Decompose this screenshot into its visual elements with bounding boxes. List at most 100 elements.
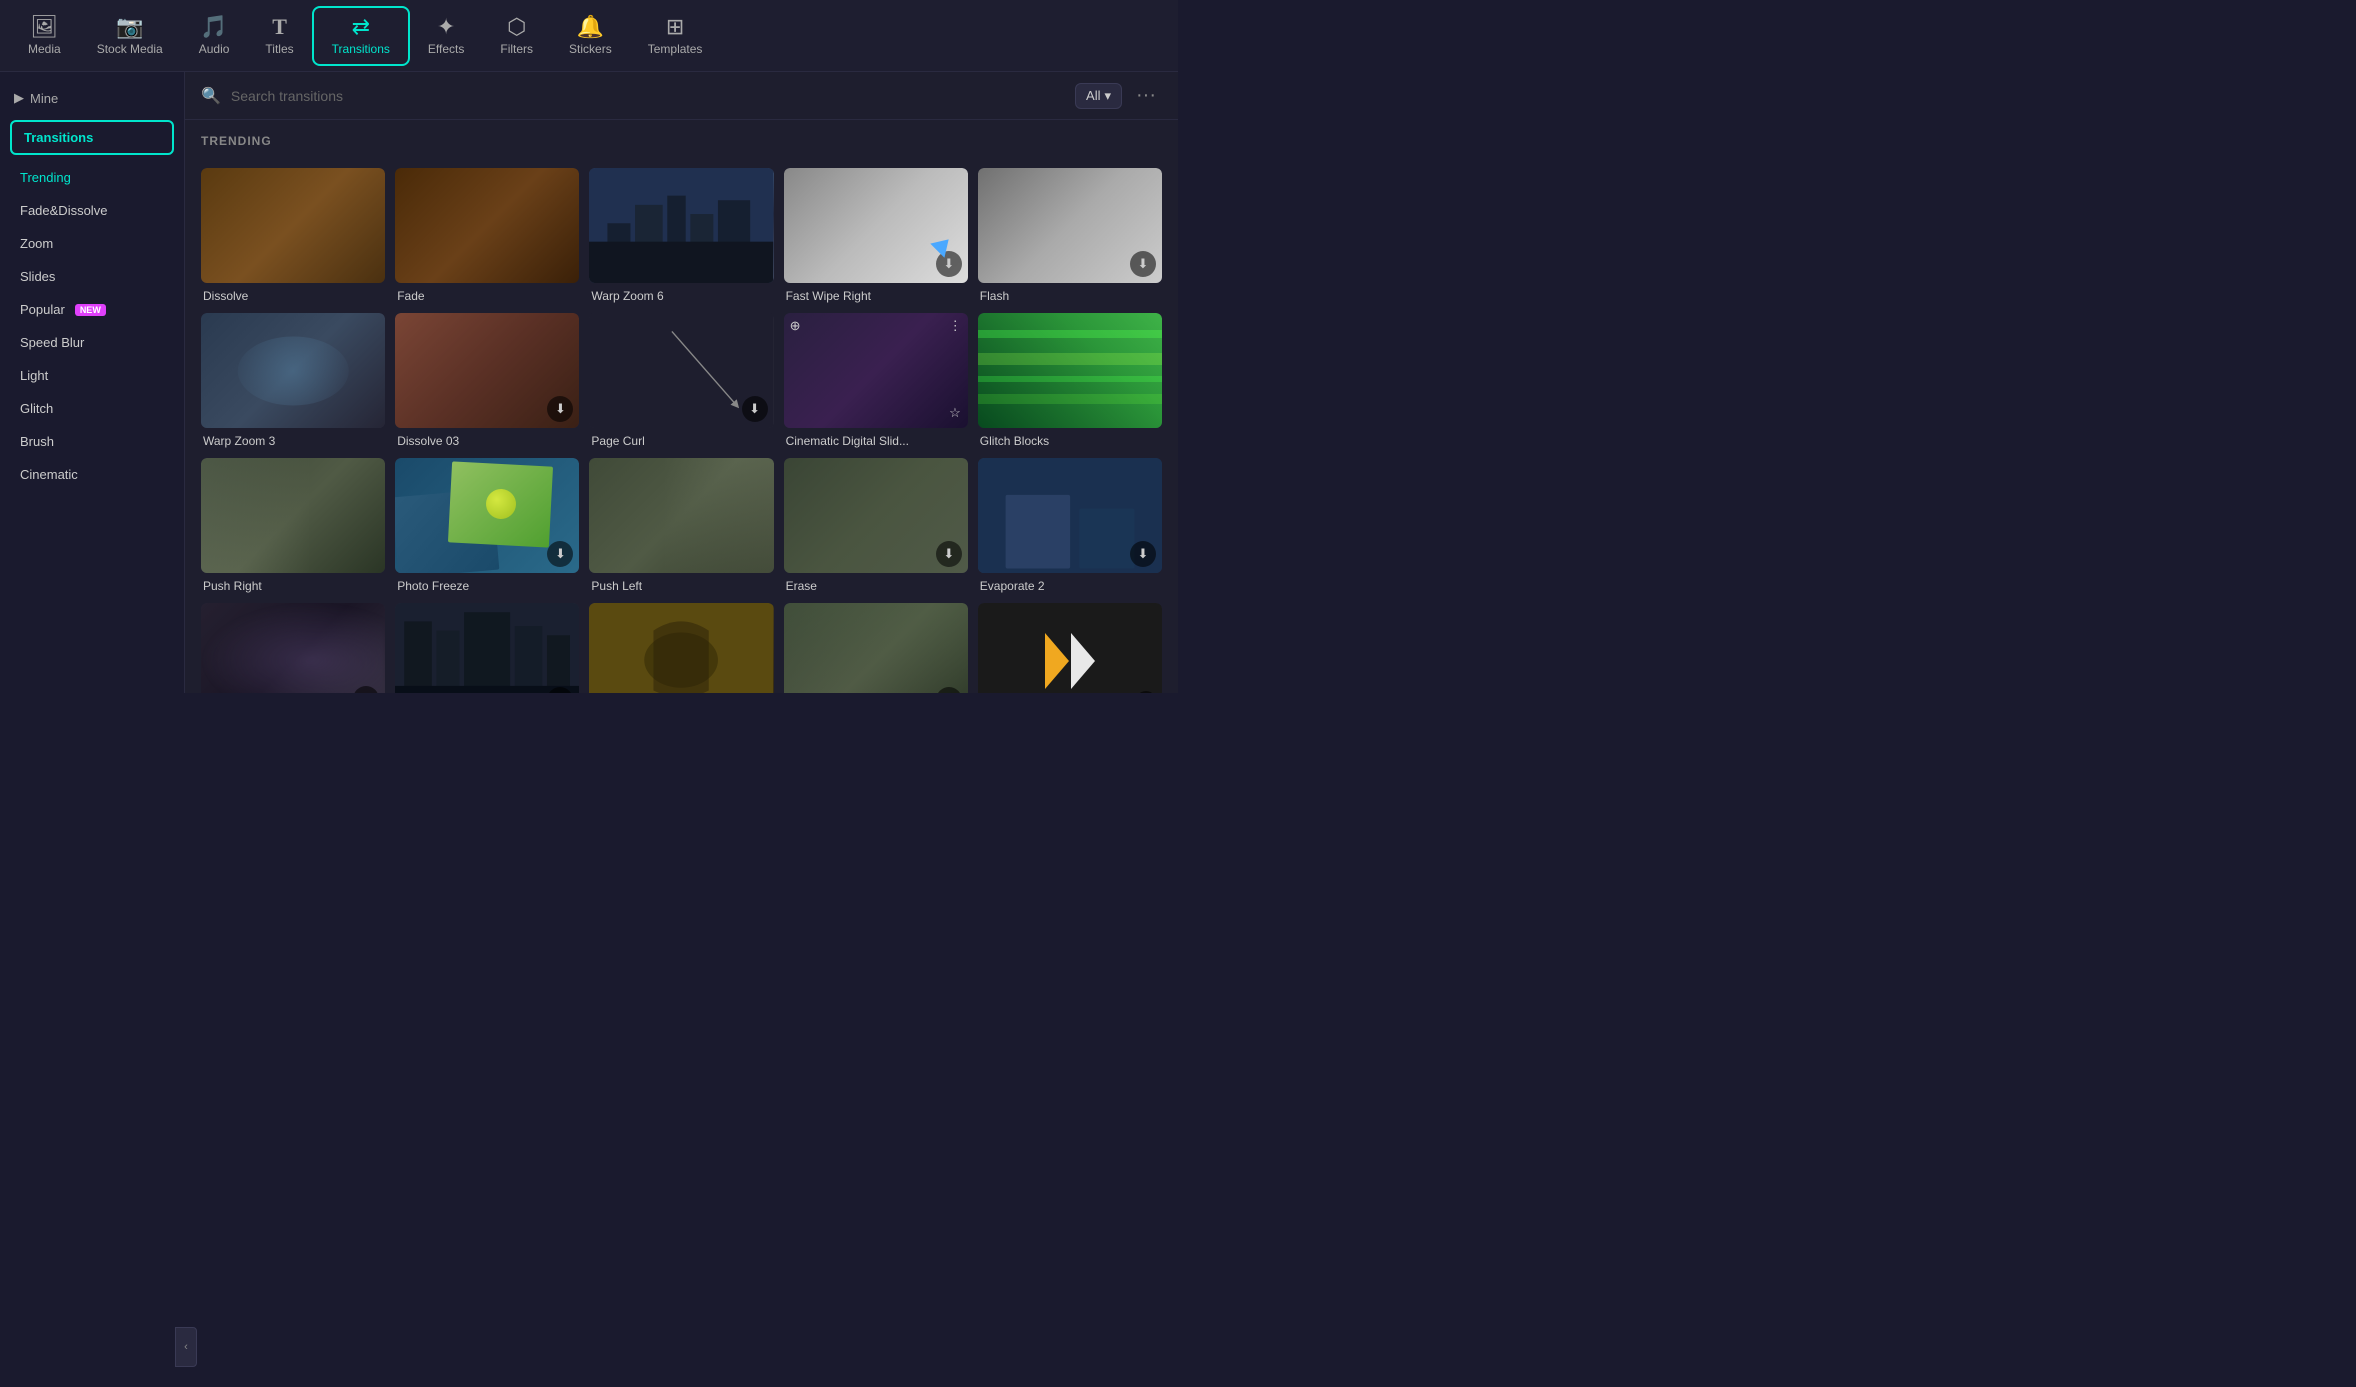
list-item[interactable]: Push Right — [201, 458, 385, 593]
nav-media-label: Media — [28, 42, 61, 56]
sidebar-item-light[interactable]: Light — [0, 359, 184, 392]
search-input[interactable] — [231, 88, 1065, 104]
dropdown-chevron: ▾ — [1104, 88, 1111, 104]
thumb-linear14: ⬇ — [978, 603, 1162, 693]
list-item[interactable]: Box Turn 1 — [589, 603, 773, 693]
thumb-cinematic: ⊕ ⋮ ☆ — [784, 313, 968, 428]
fade-label: Fade — [395, 289, 579, 303]
list-item[interactable]: ⬇ Erase — [784, 458, 968, 593]
list-item[interactable]: ⬇ Linear 14 — [978, 603, 1162, 693]
dissolve03-label: Dissolve 03 — [395, 434, 579, 448]
list-item[interactable]: ⊕ ⋮ ☆ Cinematic Digital Slid... — [784, 313, 968, 448]
sidebar-fade-label: Fade&Dissolve — [20, 203, 107, 218]
fastwipe-label: Fast Wipe Right — [784, 289, 968, 303]
nav-stock-label: Stock Media — [97, 42, 163, 56]
trending-title: TRENDING — [201, 134, 1162, 148]
list-item[interactable]: Glitch Blocks — [978, 313, 1162, 448]
sidebar-collapse-button[interactable]: ‹ — [175, 1327, 197, 1367]
nav-stickers[interactable]: 🔔 Stickers — [551, 8, 630, 64]
nav-templates[interactable]: ⊞ Templates — [630, 8, 721, 64]
sidebar-item-speedblur[interactable]: Speed Blur — [0, 326, 184, 359]
sidebar-item-slides[interactable]: Slides — [0, 260, 184, 293]
filter-dropdown[interactable]: All ▾ — [1075, 83, 1122, 109]
nav-media[interactable]: 🖼 Media — [10, 8, 79, 64]
sidebar-mine[interactable]: ▶ Mine — [0, 82, 184, 114]
glitch-label: Glitch Blocks — [978, 434, 1162, 448]
download-icon: ⬇ — [936, 541, 962, 567]
sidebar-item-trending[interactable]: Trending — [0, 161, 184, 194]
sidebar-item-zoom[interactable]: Zoom — [0, 227, 184, 260]
sidebar-item-brush[interactable]: Brush — [0, 425, 184, 458]
download-icon: ⬇ — [1130, 251, 1156, 277]
stickers-icon: 🔔 — [577, 16, 604, 38]
nav-audio[interactable]: 🎵 Audio — [181, 8, 248, 64]
filters-icon: ⬡ — [507, 16, 526, 38]
sidebar-transitions-button[interactable]: Transitions — [10, 120, 174, 155]
list-item[interactable]: Push Left — [589, 458, 773, 593]
list-item[interactable]: ⬇ Evaporate 2 — [978, 458, 1162, 593]
thumb-fastzoom: ⬇ — [395, 603, 579, 693]
sidebar-glitch-label: Glitch — [20, 401, 53, 416]
list-item[interactable]: Warp Zoom 6 — [589, 168, 773, 303]
content-area: 🔍 All ▾ ··· TRENDING Dissolve — [185, 72, 1178, 693]
warpzoom6-label: Warp Zoom 6 — [589, 289, 773, 303]
sidebar-speedblur-label: Speed Blur — [20, 335, 84, 350]
list-item[interactable]: ⬇ Photo Freeze — [395, 458, 579, 593]
thumb-pushleft — [589, 458, 773, 573]
list-item[interactable]: ⬇ Fade Single Track — [784, 603, 968, 693]
list-item[interactable]: ⬇ Flash — [978, 168, 1162, 303]
list-item[interactable]: Warp Zoom 3 — [201, 313, 385, 448]
nav-transitions-label: Transitions — [332, 42, 390, 56]
dissolve-label: Dissolve — [201, 289, 385, 303]
nav-effects-label: Effects — [428, 42, 464, 56]
nav-transitions[interactable]: ⇄ Transitions — [312, 6, 410, 66]
audio-icon: 🎵 — [200, 16, 227, 38]
sidebar-light-label: Light — [20, 368, 48, 383]
target-icon: ⊕ — [790, 318, 801, 334]
nav-stickers-label: Stickers — [569, 42, 612, 56]
thumb-blurdissolve: ⬇ — [201, 603, 385, 693]
nav-stock[interactable]: 📷 Stock Media — [79, 8, 181, 64]
nav-effects[interactable]: ✦ Effects — [410, 8, 482, 64]
sidebar-item-glitch[interactable]: Glitch — [0, 392, 184, 425]
download-icon: ⬇ — [742, 396, 768, 422]
more-button[interactable]: ··· — [1130, 82, 1162, 109]
stock-icon: 📷 — [116, 16, 143, 38]
nav-audio-label: Audio — [199, 42, 230, 56]
download-icon: ⬇ — [936, 251, 962, 277]
sidebar-trending-label: Trending — [20, 170, 71, 185]
list-item[interactable]: ⬇ Dissolve 03 — [395, 313, 579, 448]
thumb-fastwipe: ⬇ — [784, 168, 968, 283]
pushleft-label: Push Left — [589, 579, 773, 593]
sidebar-cinematic-label: Cinematic — [20, 467, 78, 482]
warpzoom3-label: Warp Zoom 3 — [201, 434, 385, 448]
sidebar-item-fade[interactable]: Fade&Dissolve — [0, 194, 184, 227]
sidebar-item-popular[interactable]: Popular NEW — [0, 293, 184, 326]
thumb-evaporate: ⬇ — [978, 458, 1162, 573]
transitions-icon: ⇄ — [352, 16, 370, 38]
thumb-erase: ⬇ — [784, 458, 968, 573]
titles-icon: T — [272, 16, 287, 38]
download-icon: ⬇ — [547, 396, 573, 422]
list-item[interactable]: Dissolve — [201, 168, 385, 303]
list-item[interactable]: ⬇ Fast Zoom — [395, 603, 579, 693]
nav-templates-label: Templates — [648, 42, 703, 56]
list-item[interactable]: ⬇ Blur Dissolve 1 — [201, 603, 385, 693]
nav-titles[interactable]: T Titles — [247, 8, 311, 64]
thumb-pushright — [201, 458, 385, 573]
sidebar-popular-label: Popular — [20, 302, 65, 317]
download-icon: ⬇ — [1135, 691, 1157, 693]
nav-filters[interactable]: ⬡ Filters — [482, 8, 551, 64]
effects-icon: ✦ — [437, 16, 455, 38]
list-item[interactable]: ⬇ Fast Wipe Right — [784, 168, 968, 303]
thumb-photofreeze: ⬇ — [395, 458, 579, 573]
list-item[interactable]: Fade — [395, 168, 579, 303]
list-item[interactable]: ⬇ Page Curl — [589, 313, 773, 448]
cinematic-label: Cinematic Digital Slid... — [784, 434, 968, 448]
thumb-flash: ⬇ — [978, 168, 1162, 283]
sidebar-item-cinematic[interactable]: Cinematic — [0, 458, 184, 491]
mine-chevron: ▶ — [14, 90, 24, 106]
thumb-boxturn — [589, 603, 773, 693]
collapse-icon: ‹ — [184, 1341, 188, 1353]
flash-label: Flash — [978, 289, 1162, 303]
